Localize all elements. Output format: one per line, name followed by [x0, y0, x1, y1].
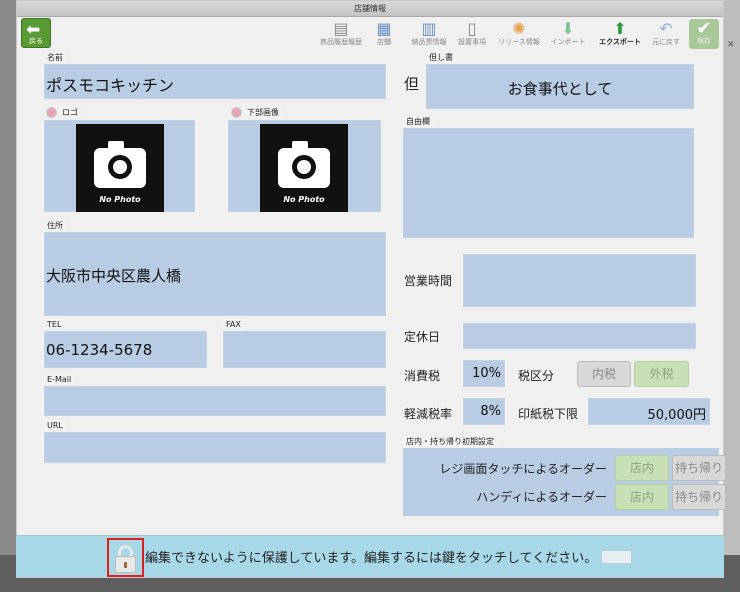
toolbar-item-label: 納品票情報 [411, 38, 447, 46]
tablet-icon: ▯ [467, 19, 477, 38]
save-label: 保存 [697, 37, 711, 45]
tax-inclusive-toggle[interactable]: 内税 [577, 361, 631, 387]
register-icon: ▤ [333, 19, 349, 38]
fax-label: FAX [223, 319, 244, 330]
toolbar-item-label: エクスポート [599, 38, 641, 46]
business-hours-field[interactable] [463, 254, 696, 307]
toolbar-item-import[interactable]: ⬇ インポート [547, 19, 589, 49]
toolbar-item-label: インポート [550, 38, 586, 46]
background-app-right: ✕ [724, 0, 740, 592]
url-field[interactable] [44, 432, 386, 463]
toolbar-item-settings[interactable]: ▯ 設置事項 [454, 19, 490, 49]
consumption-tax-value: 10% [472, 366, 501, 381]
fax-field[interactable] [223, 331, 386, 368]
save-button[interactable]: ✔ 保存 [689, 19, 719, 49]
screen: ✕ 店舗情報 ⬅ 戻る ▤ 商品履歴履歴 ▦ 店舗 ▥ 納品票情報 ▯ 設置事項… [0, 0, 740, 592]
stamp-duty-label: 印紙税下限 [518, 407, 579, 421]
holiday-field[interactable] [463, 323, 696, 349]
name-field[interactable]: ポスモコキッチン [44, 64, 386, 99]
toolbar-item-undo[interactable]: ↶ 元に戻す [647, 19, 685, 49]
lock-icon[interactable] [107, 538, 144, 577]
reduced-tax-field[interactable]: 8% [463, 398, 505, 425]
reduced-tax-value: 8% [480, 404, 501, 419]
proviso-prefix: 但 [404, 75, 420, 93]
consumption-tax-field[interactable]: 10% [463, 360, 505, 387]
no-photo-text: No Photo [283, 195, 325, 204]
name-value: ポスモコキッチン [46, 76, 175, 95]
toolbar-item-delivery[interactable]: ▥ 納品票情報 [407, 19, 451, 49]
register-takeaway-toggle[interactable]: 持ち帰り [672, 455, 726, 481]
back-button[interactable]: ⬅ 戻る [21, 18, 51, 48]
release-icon: ✺ [512, 19, 526, 38]
handy-takeaway-toggle[interactable]: 持ち帰り [672, 484, 726, 510]
no-photo-text: No Photo [99, 195, 141, 204]
address-field[interactable]: 大阪市中央区農人橋 [44, 232, 386, 316]
free-text-field[interactable] [403, 128, 694, 238]
handy-dine-in-toggle[interactable]: 店内 [615, 484, 669, 510]
store-info-dialog: 店舗情報 ⬅ 戻る ▤ 商品履歴履歴 ▦ 店舗 ▥ 納品票情報 ▯ 設置事項 ✺… [16, 0, 726, 578]
toolbar-item-label: 店舗 [377, 38, 391, 46]
bottom-image-field[interactable]: No Photo [228, 120, 381, 212]
email-label: E-Mail [44, 374, 75, 385]
proviso-field[interactable]: お食事代として [426, 64, 694, 109]
toolbar-item-history[interactable]: ▤ 商品履歴履歴 [314, 19, 368, 49]
lock-message: 編集できないように保護しています。編集するには鍵をタッチしてください。 [145, 551, 598, 566]
export-icon: ⬆ [613, 19, 627, 38]
background-app-left [0, 0, 16, 592]
business-hours-label: 営業時間 [404, 274, 453, 288]
dine-default-label: 店内・持ち帰り初期設定 [403, 436, 497, 447]
logo-label: ロゴ [59, 107, 81, 118]
register-order-label: レジ画面タッチによるオーダー [439, 462, 607, 476]
toolbar-item-label: 商品履歴履歴 [320, 38, 362, 46]
toolbar-item-label: 設置事項 [458, 38, 486, 46]
lock-bar: 編集できないように保護しています。編集するには鍵をタッチしてください。 [16, 535, 724, 577]
document-icon: ▥ [421, 19, 437, 38]
email-field[interactable] [44, 386, 386, 416]
dine-default-group: レジ画面タッチによるオーダー 店内 持ち帰り ハンディによるオーダー 店内 持ち… [403, 448, 726, 516]
bottom-image-photo: No Photo [260, 124, 348, 212]
register-dine-in-toggle[interactable]: 店内 [615, 455, 669, 481]
toolbar-item-label: リリース情報 [498, 38, 540, 46]
proviso-value: お食事代として [507, 80, 613, 98]
undo-icon: ↶ [659, 19, 673, 38]
window-title: 店舗情報 [17, 1, 723, 17]
tax-exclusive-toggle[interactable]: 外税 [634, 361, 689, 387]
name-label: 名前 [44, 52, 66, 63]
proviso-label: 但し書 [426, 52, 456, 63]
toolbar-item-store[interactable]: ▦ 店舗 [369, 19, 399, 49]
bottom-image-radio[interactable] [231, 107, 242, 118]
logo-field[interactable]: No Photo [44, 120, 195, 212]
camera-icon [278, 141, 330, 188]
bottom-image-label: 下部画像 [244, 107, 282, 118]
back-label: 戻る [29, 37, 43, 45]
consumption-tax-label: 消費税 [404, 369, 441, 383]
tel-field[interactable]: 06-1234-5678 [44, 331, 207, 368]
toolbar-item-label: 元に戻す [652, 38, 680, 46]
stamp-duty-value: 50,000円 [647, 408, 707, 423]
keyboard-icon [601, 550, 632, 564]
tel-value: 06-1234-5678 [46, 341, 153, 359]
logo-photo: No Photo [76, 124, 164, 212]
address-value: 大阪市中央区農人橋 [46, 267, 182, 285]
reduced-tax-label: 軽減税率 [404, 407, 453, 421]
import-icon: ⬇ [561, 19, 575, 38]
tel-label: TEL [44, 319, 65, 330]
toolbar-item-export[interactable]: ⬆ エクスポート [595, 19, 645, 49]
handy-order-label: ハンディによるオーダー [476, 490, 607, 504]
grip-icon: ✕ [727, 40, 735, 50]
logo-radio[interactable] [46, 107, 57, 118]
holiday-label: 定休日 [404, 330, 441, 344]
stamp-duty-field[interactable]: 50,000円 [588, 398, 710, 425]
toolbar-item-release[interactable]: ✺ リリース情報 [494, 19, 544, 49]
address-label: 住所 [44, 220, 66, 231]
url-label: URL [44, 420, 66, 431]
store-form-icon: ▦ [376, 19, 392, 38]
tax-category-label: 税区分 [518, 369, 555, 383]
camera-icon [94, 141, 146, 188]
free-text-label: 自由欄 [403, 116, 433, 127]
